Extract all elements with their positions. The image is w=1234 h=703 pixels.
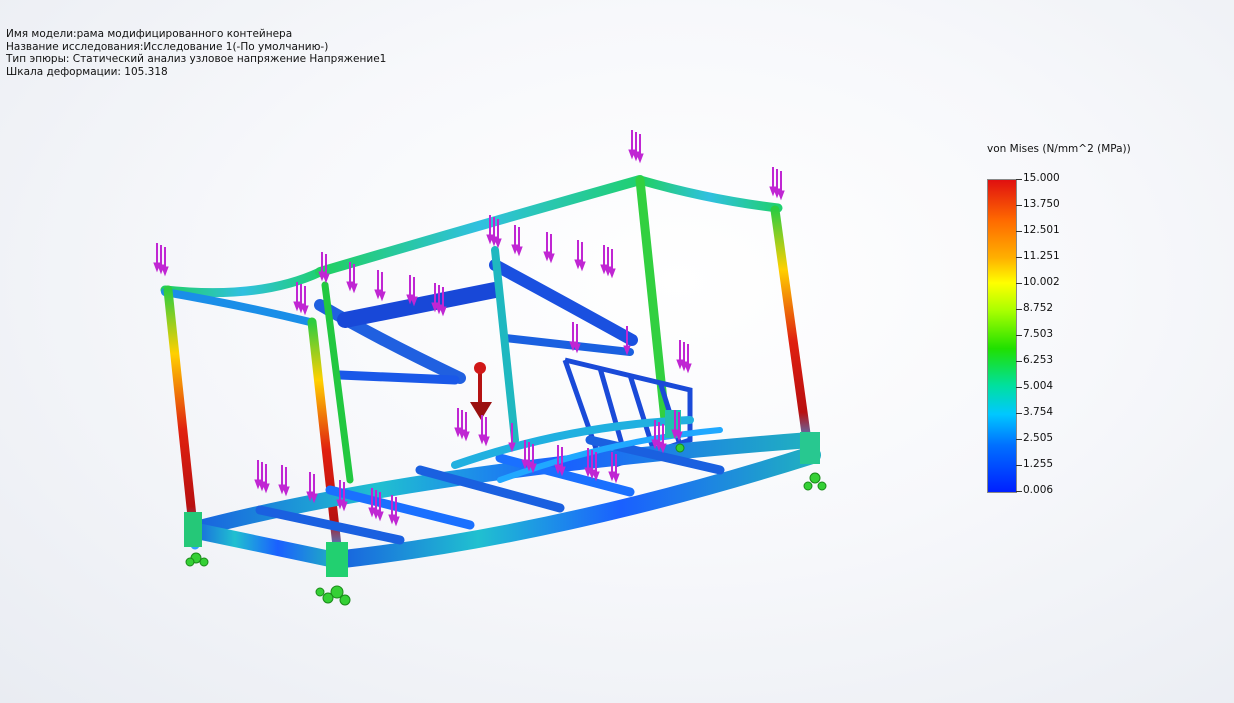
legend-tick-mark <box>1016 205 1022 206</box>
legend-tick-label: 2.505 <box>1023 432 1054 444</box>
gravity-icon <box>470 362 492 420</box>
legend-tick-label: 13.750 <box>1023 198 1060 210</box>
load-arrow-icon <box>161 266 169 277</box>
load-arrow-icon <box>378 291 386 302</box>
load-arrow-icon <box>376 511 384 522</box>
load-arrow-icon <box>462 431 470 442</box>
legend-tick-mark <box>1016 491 1022 492</box>
load-arrow-icon <box>612 473 620 484</box>
load-arrow-icon <box>608 268 616 279</box>
legend-tick-mark <box>1016 283 1022 284</box>
legend-tick-label: 12.501 <box>1023 224 1060 236</box>
load-arrow-icon <box>547 253 555 264</box>
load-arrow-icon <box>515 246 523 257</box>
legend-tick-mark <box>1016 361 1022 362</box>
load-arrow-icon <box>439 306 447 317</box>
legend-tick-mark <box>1016 335 1022 336</box>
load-arrow-icon <box>350 283 358 294</box>
load-arrow-icon <box>340 501 348 512</box>
legend-tick-mark <box>1016 179 1022 180</box>
legend-tick-label: 15.000 <box>1023 172 1060 184</box>
stress-colorbar <box>987 179 1017 493</box>
legend-tick-label: 1.255 <box>1023 458 1054 470</box>
legend-tick-mark <box>1016 439 1022 440</box>
load-arrow-icon <box>392 516 400 527</box>
legend-tick-label: 8.752 <box>1023 302 1054 314</box>
legend-tick-label: 5.004 <box>1023 380 1054 392</box>
legend-tick-mark <box>1016 231 1022 232</box>
legend-tick-label: 6.253 <box>1023 354 1054 366</box>
legend-tick-mark <box>1016 387 1022 388</box>
legend-tick-label: 7.503 <box>1023 328 1054 340</box>
load-arrow-icon <box>282 486 290 497</box>
load-arrow-icon <box>262 483 270 494</box>
top-frame <box>160 175 783 385</box>
legend-tick-label: 10.002 <box>1023 276 1060 288</box>
load-arrow-icon <box>494 238 502 249</box>
legend-tick-mark <box>1016 465 1022 466</box>
load-arrow-icon <box>777 190 785 201</box>
load-arrow-icon <box>482 436 490 447</box>
legend-tick-label: 0.006 <box>1023 484 1054 496</box>
legend-title: von Mises (N/mm^2 (MPa)) <box>987 143 1131 155</box>
load-arrow-icon <box>636 153 644 164</box>
load-arrow-icon <box>322 273 330 284</box>
legend-tick-mark <box>1016 413 1022 414</box>
frame-model-view[interactable] <box>0 0 1234 703</box>
legend-tick-label: 11.251 <box>1023 250 1060 262</box>
load-arrow-icon <box>301 305 309 316</box>
legend-tick-mark <box>1016 309 1022 310</box>
load-arrow-icon <box>578 261 586 272</box>
load-arrow-icon <box>684 363 692 374</box>
legend-tick-label: 3.754 <box>1023 406 1054 418</box>
legend-tick-mark <box>1016 257 1022 258</box>
